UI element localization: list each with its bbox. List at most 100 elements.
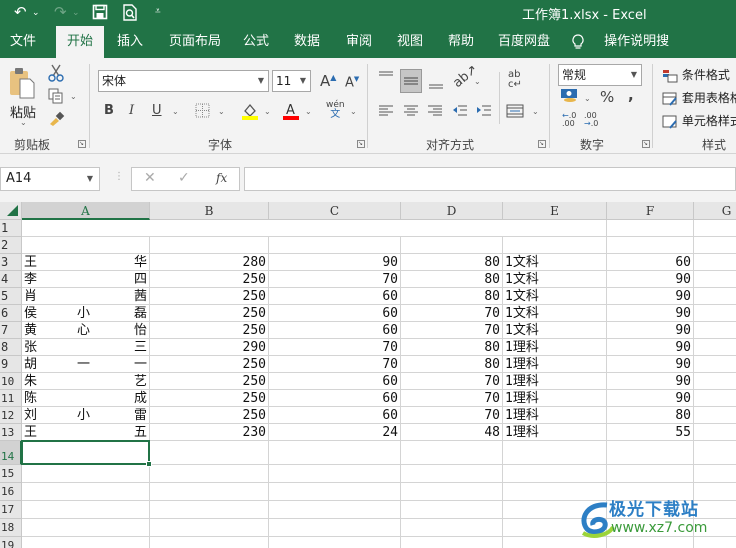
print-preview-icon[interactable]	[122, 4, 138, 25]
merge-dropdown-icon[interactable]: ⌄	[532, 107, 539, 116]
insert-function-icon[interactable]: fx	[216, 171, 227, 185]
header-cell-english[interactable]	[401, 237, 503, 254]
row-header-12[interactable]: 12	[0, 407, 22, 424]
header-cell-track[interactable]	[503, 237, 607, 254]
row-header-7[interactable]: 7	[0, 322, 22, 339]
chinese-cell[interactable]: 230	[150, 424, 269, 441]
math-cell[interactable]: 70	[269, 271, 401, 288]
tab-page-layout[interactable]: 页面布局	[162, 26, 228, 58]
english-cell[interactable]: 80	[401, 288, 503, 305]
row-header-8[interactable]: 8	[0, 339, 22, 356]
chinese-cell[interactable]: 290	[150, 339, 269, 356]
history-cell[interactable]: 60	[607, 254, 694, 271]
name-box[interactable]: A14 ▼	[0, 167, 100, 191]
empty-cell[interactable]	[150, 465, 269, 483]
track-cell[interactable]: 1文科	[503, 322, 607, 339]
shrink-font-icon[interactable]: A▼	[345, 76, 359, 90]
chinese-cell[interactable]: 250	[150, 390, 269, 407]
track-cell[interactable]: 1文科	[503, 305, 607, 322]
student-name-cell[interactable]: 黄心怡	[22, 322, 150, 339]
math-cell[interactable]: 70	[269, 339, 401, 356]
row-header-11[interactable]: 11	[0, 390, 22, 407]
row-header-3[interactable]: 3	[0, 254, 22, 271]
column-header-g[interactable]: G	[694, 202, 736, 220]
phonetic-dropdown-icon[interactable]: ⌄	[350, 107, 357, 116]
track-cell[interactable]: 1理科	[503, 356, 607, 373]
empty-cell[interactable]	[150, 519, 269, 537]
tab-review[interactable]: 审阅	[339, 26, 379, 58]
student-name-cell[interactable]: 王 五	[22, 424, 150, 441]
chinese-cell[interactable]: 250	[150, 407, 269, 424]
row-header-9[interactable]: 9	[0, 356, 22, 373]
increase-decimal-icon[interactable]: ←.0.00	[562, 112, 576, 128]
empty-cell[interactable]	[150, 501, 269, 519]
increase-indent-icon[interactable]	[476, 104, 492, 121]
empty-cell[interactable]	[503, 465, 607, 483]
empty-cell[interactable]	[269, 441, 401, 465]
english-cell[interactable]: 80	[401, 339, 503, 356]
row-header-17[interactable]: 17	[0, 501, 22, 519]
student-name-cell[interactable]: 胡一一	[22, 356, 150, 373]
number-format-combo[interactable]: 常规 ▼	[558, 64, 642, 86]
student-name-cell[interactable]: 肖 茜	[22, 288, 150, 305]
empty-cell[interactable]	[22, 483, 150, 501]
empty-cell[interactable]	[694, 407, 736, 424]
font-color-icon[interactable]: A	[282, 102, 300, 123]
student-name-cell[interactable]: 陈 成	[22, 390, 150, 407]
empty-cell[interactable]	[401, 483, 503, 501]
empty-cell[interactable]	[607, 465, 694, 483]
column-header-f[interactable]: F	[607, 202, 694, 220]
font-name-combo[interactable]: 宋体 ▼	[98, 70, 269, 92]
empty-cell[interactable]	[401, 501, 503, 519]
english-cell[interactable]: 70	[401, 373, 503, 390]
history-cell[interactable]: 90	[607, 322, 694, 339]
track-cell[interactable]: 1理科	[503, 407, 607, 424]
empty-cell[interactable]	[694, 254, 736, 271]
empty-cell[interactable]	[22, 537, 150, 548]
header-cell-history[interactable]	[607, 237, 694, 254]
empty-cell[interactable]	[694, 356, 736, 373]
chinese-cell[interactable]: 280	[150, 254, 269, 271]
english-cell[interactable]: 70	[401, 390, 503, 407]
track-cell[interactable]: 1理科	[503, 373, 607, 390]
track-cell[interactable]: 1理科	[503, 424, 607, 441]
history-cell[interactable]: 90	[607, 288, 694, 305]
tab-baidu-netdisk[interactable]: 百度网盘	[494, 26, 554, 58]
english-cell[interactable]: 80	[401, 356, 503, 373]
math-cell[interactable]: 60	[269, 305, 401, 322]
history-cell[interactable]: 90	[607, 271, 694, 288]
empty-cell[interactable]	[269, 501, 401, 519]
history-cell[interactable]: 55	[607, 424, 694, 441]
undo-icon[interactable]: ↶	[14, 3, 27, 21]
history-cell[interactable]: 80	[607, 407, 694, 424]
customize-qat-icon[interactable]: ⩡	[155, 6, 161, 17]
empty-cell[interactable]	[269, 465, 401, 483]
history-cell[interactable]: 90	[607, 305, 694, 322]
math-cell[interactable]: 60	[269, 390, 401, 407]
formula-bar-grip-icon[interactable]: ⋮	[114, 171, 124, 182]
comma-style-button[interactable]: ,	[628, 88, 634, 103]
history-cell[interactable]: 90	[607, 373, 694, 390]
english-cell[interactable]: 70	[401, 407, 503, 424]
undo-dropdown-icon[interactable]: ⌄	[32, 8, 40, 18]
row-header-10[interactable]: 10	[0, 373, 22, 390]
empty-cell[interactable]	[694, 305, 736, 322]
empty-cell[interactable]	[269, 519, 401, 537]
track-cell[interactable]: 1文科	[503, 254, 607, 271]
accounting-format-icon[interactable]	[560, 88, 580, 107]
track-cell[interactable]: 1理科	[503, 339, 607, 356]
align-top-icon[interactable]	[378, 70, 394, 85]
formula-input[interactable]	[244, 167, 736, 191]
row-header-1[interactable]: 1	[0, 220, 22, 237]
empty-cell[interactable]	[694, 373, 736, 390]
row-header-6[interactable]: 6	[0, 305, 22, 322]
english-cell[interactable]: 70	[401, 322, 503, 339]
student-name-cell[interactable]: 刘小雷	[22, 407, 150, 424]
tab-formulas[interactable]: 公式	[236, 26, 276, 58]
row-header-19[interactable]: 19	[0, 537, 22, 548]
conditional-formatting-button[interactable]: 条件格式	[662, 66, 730, 83]
row-header-5[interactable]: 5	[0, 288, 22, 305]
enter-icon[interactable]: ✓	[178, 170, 190, 186]
empty-cell[interactable]	[401, 537, 503, 548]
format-painter-icon[interactable]	[48, 110, 66, 129]
